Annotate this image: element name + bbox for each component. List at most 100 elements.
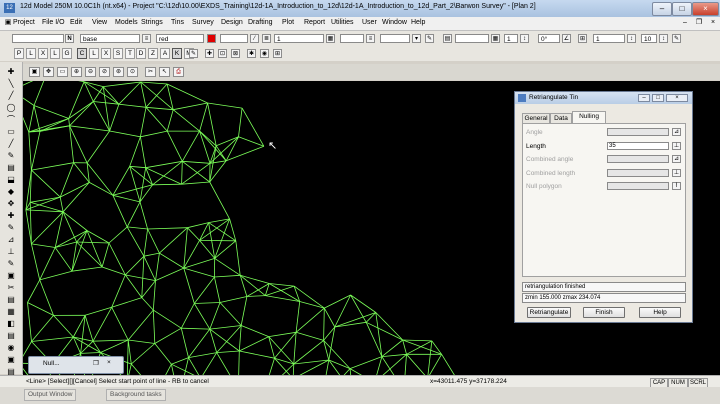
minimised-panel[interactable]: Null... ❐ × <box>28 356 124 374</box>
pen-2-icon[interactable]: ✎ <box>672 34 681 43</box>
view-new-icon[interactable]: ▣ <box>29 67 40 77</box>
string-type-button-11[interactable]: Z <box>148 48 158 59</box>
menu-survey[interactable]: Survey <box>192 19 214 26</box>
menu-models[interactable]: Models <box>115 19 138 26</box>
document-menu-icon[interactable]: ▣ <box>3 18 13 28</box>
pointer-icon[interactable]: ↖ <box>159 67 170 77</box>
triangle-tool-icon[interactable]: ⊿ <box>5 235 17 245</box>
fit-icon[interactable]: ▭ <box>57 67 68 77</box>
name-pick-icon[interactable]: N <box>65 34 74 43</box>
pen-icon[interactable]: ✎ <box>425 34 434 43</box>
string-type-button-10[interactable]: D <box>136 48 146 59</box>
field-pick-icon-1[interactable]: ⊥ <box>672 141 681 150</box>
string-type-button-7[interactable]: X <box>101 48 111 59</box>
text-size-field[interactable]: 10 <box>641 34 657 43</box>
colour-swatch-icon[interactable] <box>207 34 216 43</box>
justify-icon[interactable]: ⊞ <box>578 34 587 43</box>
close-icon[interactable]: × <box>692 2 719 16</box>
dialog-close-icon[interactable]: × <box>666 94 688 102</box>
string-type-button-12[interactable]: A <box>160 48 170 59</box>
angle-pick-icon[interactable]: ∠ <box>562 34 571 43</box>
menu-user[interactable]: User <box>362 19 377 26</box>
field-input-3[interactable] <box>607 168 669 177</box>
menu-utilities[interactable]: Utilities <box>331 19 354 26</box>
menu-report[interactable]: Report <box>304 19 325 26</box>
add-tool-icon[interactable]: ✚ <box>5 211 17 221</box>
help-button[interactable]: Help <box>639 307 681 318</box>
panel-close-icon[interactable]: × <box>107 359 111 366</box>
zoom-window-icon[interactable]: ⊘ <box>99 67 110 77</box>
tab-general[interactable]: General <box>522 113 550 123</box>
field-pick-icon-2[interactable]: ⊿ <box>672 155 681 163</box>
maximize-icon[interactable]: □ <box>672 2 692 16</box>
zoom-previous-icon[interactable]: ⊙ <box>127 67 138 77</box>
dialog-maximize-icon[interactable]: □ <box>652 94 664 102</box>
style-field[interactable] <box>220 34 248 43</box>
move-tool-icon[interactable]: ✥ <box>5 199 17 209</box>
symbol-field[interactable] <box>380 34 410 43</box>
pan-icon[interactable]: ✥ <box>43 67 54 77</box>
string-type-button-1[interactable]: L <box>26 48 36 59</box>
field-input-0[interactable] <box>607 128 669 136</box>
menu-edit[interactable]: Edit <box>70 19 82 26</box>
string-type-button-3[interactable]: L <box>50 48 60 59</box>
field-pick-icon-3[interactable]: ⊥ <box>672 168 681 177</box>
zoom-in-icon[interactable]: ⊕ <box>71 67 82 77</box>
string-type-button-13[interactable]: K <box>172 48 182 59</box>
minimize-icon[interactable]: – <box>652 2 672 16</box>
polyline-tool-icon[interactable]: ╱ <box>5 139 17 149</box>
tab-nulling[interactable]: Nulling <box>572 111 606 123</box>
mdi-restore-icon[interactable]: ❐ <box>694 18 704 28</box>
line-tool-icon[interactable]: ╲ <box>5 79 17 89</box>
print-icon[interactable]: ⎙ <box>173 67 184 77</box>
draw-tool-icon[interactable]: ✎ <box>5 259 17 269</box>
model-list-icon[interactable]: ≡ <box>142 34 151 43</box>
weight-list-icon[interactable]: ▦ <box>326 34 335 43</box>
dialog-minimize-icon[interactable]: – <box>638 94 650 102</box>
string-type-button-8[interactable]: S <box>113 48 123 59</box>
snap-4-icon[interactable]: ✱ <box>247 49 256 58</box>
string-type-button-6[interactable]: L <box>89 48 99 59</box>
snap-5-icon[interactable]: ◉ <box>260 49 269 58</box>
menu-project[interactable]: Project <box>13 19 35 26</box>
retriangulate-button[interactable]: Retriangulate <box>527 307 571 318</box>
menu-view[interactable]: View <box>92 19 107 26</box>
tab-data[interactable]: Data <box>550 113 572 123</box>
string-type-button-0[interactable]: P <box>14 48 24 59</box>
circle-tool-icon[interactable]: ◯ <box>5 103 17 113</box>
style-pick-icon[interactable]: ⁄ <box>250 34 259 43</box>
arc-line-tool-icon[interactable]: ╱ <box>5 91 17 101</box>
panel-restore-icon[interactable]: ❐ <box>93 359 99 367</box>
string-type-button-4[interactable]: G <box>62 48 72 59</box>
arc-tool-icon[interactable]: ⌒ <box>5 115 17 125</box>
point-tool-icon[interactable]: ✚ <box>5 67 17 77</box>
snap-1-icon[interactable]: ✚ <box>205 49 214 58</box>
grid-tool-icon[interactable]: ▦ <box>5 307 17 317</box>
menu-file-i-o[interactable]: File I/O <box>42 19 65 26</box>
string-type-button-2[interactable]: X <box>38 48 48 59</box>
chainage-field[interactable] <box>340 34 364 43</box>
menu-tins[interactable]: Tins <box>171 19 184 26</box>
string-type-button-9[interactable]: T <box>125 48 135 59</box>
field-2-pick-icon[interactable]: ↕ <box>627 34 636 43</box>
tools-icon[interactable]: ✂ <box>145 67 156 77</box>
menu-strings[interactable]: Strings <box>141 19 163 26</box>
frame-tool-icon[interactable]: ▣ <box>5 355 17 365</box>
field-1-pick-icon[interactable]: ↕ <box>520 34 529 43</box>
field-2[interactable]: 1 <box>593 34 625 43</box>
menu-help[interactable]: Help <box>411 19 425 26</box>
text-style-field[interactable] <box>455 34 489 43</box>
zoom-out-icon[interactable]: ⊖ <box>85 67 96 77</box>
list-tool-icon[interactable]: ▤ <box>5 331 17 341</box>
text-tool-icon[interactable]: ▤ <box>5 295 17 305</box>
menu-plot[interactable]: Plot <box>282 19 294 26</box>
rectangle-tool-icon[interactable]: ▭ <box>5 127 17 137</box>
string-type-button-5[interactable]: C <box>77 48 87 59</box>
field-input-4[interactable] <box>607 182 669 190</box>
snap-2-icon[interactable]: ⊡ <box>218 49 227 58</box>
text-style-list-icon[interactable]: ▦ <box>491 34 500 43</box>
line-style-icon[interactable]: ≡ <box>366 34 375 43</box>
diamond-tool-icon[interactable]: ◆ <box>5 187 17 197</box>
finish-button[interactable]: Finish <box>583 307 625 318</box>
pen-3-icon[interactable]: ✎ <box>189 49 198 58</box>
